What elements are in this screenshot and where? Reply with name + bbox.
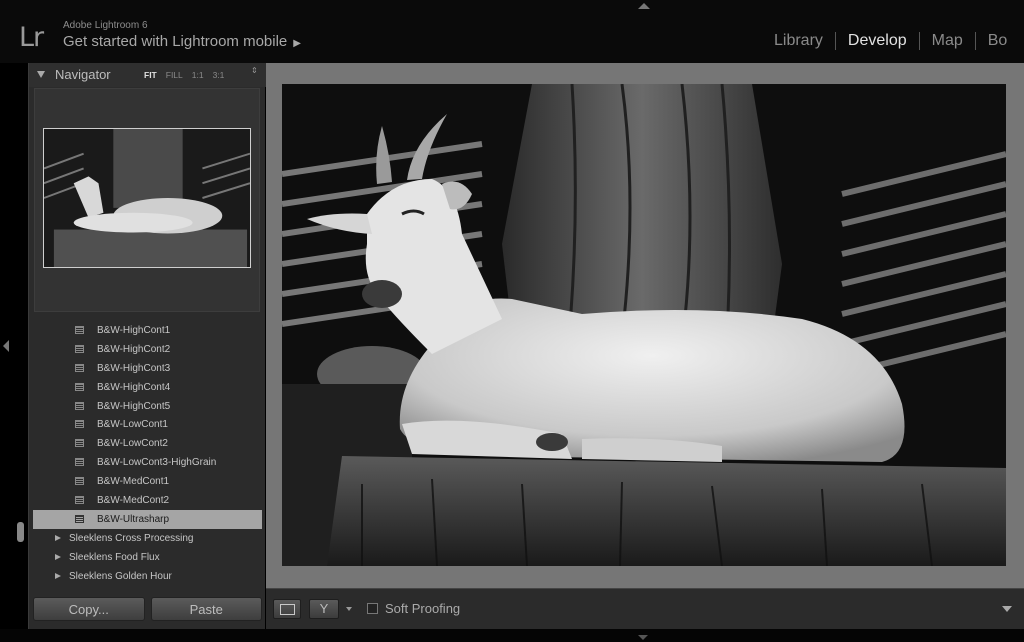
preset-item[interactable]: B&W-LowCont3-HighGrain bbox=[33, 453, 262, 472]
preset-label: B&W-LowCont1 bbox=[97, 419, 168, 431]
preset-label: B&W-LowCont3-HighGrain bbox=[97, 457, 217, 469]
preset-document-icon bbox=[75, 326, 84, 334]
navigator-thumbnail[interactable] bbox=[43, 128, 251, 268]
loupe-view-button[interactable] bbox=[273, 599, 301, 619]
copy-paste-buttons: Copy... Paste bbox=[33, 597, 262, 623]
preset-label: B&W-LowCont2 bbox=[97, 438, 168, 450]
preset-folder[interactable]: Sleeklens Golden Hour bbox=[33, 567, 262, 586]
navigator-header[interactable]: Navigator FIT FILL 1:1 3:1 ⇕ bbox=[29, 63, 266, 87]
soft-proofing-label: Soft Proofing bbox=[385, 601, 461, 616]
disclosure-triangle-icon[interactable] bbox=[55, 553, 61, 560]
preset-folder[interactable]: Sleeklens Food Flux bbox=[33, 548, 262, 567]
module-book[interactable]: Bo bbox=[988, 32, 1008, 50]
filmstrip-toggle-icon[interactable] bbox=[638, 635, 648, 640]
preset-item[interactable]: B&W-HighCont3 bbox=[33, 359, 262, 378]
main-image-area bbox=[266, 63, 1024, 588]
preset-document-icon bbox=[75, 514, 84, 523]
collapse-triangle-icon[interactable] bbox=[37, 71, 45, 78]
preset-item[interactable]: B&W-MedCont1 bbox=[33, 472, 262, 491]
left-panel: Navigator FIT FILL 1:1 3:1 ⇕ B&W-HighCon… bbox=[28, 63, 266, 629]
goat-thumbnail-image bbox=[44, 129, 250, 267]
preset-document-icon bbox=[75, 496, 84, 505]
copy-button[interactable]: Copy... bbox=[33, 597, 145, 621]
left-panel-scrollbar[interactable] bbox=[17, 522, 24, 542]
preset-item[interactable]: B&W-LowCont1 bbox=[33, 415, 262, 434]
left-panel-toggle-icon[interactable] bbox=[3, 340, 9, 352]
module-divider bbox=[974, 32, 976, 50]
app-name: Adobe Lightroom 6 bbox=[63, 20, 148, 31]
paste-button[interactable]: Paste bbox=[150, 597, 262, 621]
soft-proofing-checkbox[interactable] bbox=[367, 603, 378, 614]
navigator-title: Navigator bbox=[55, 67, 111, 82]
module-divider bbox=[834, 32, 836, 50]
navigator-preview[interactable] bbox=[34, 88, 260, 312]
preset-item[interactable]: B&W-LowCont2 bbox=[33, 434, 262, 453]
preset-label: B&W-HighCont4 bbox=[97, 381, 171, 393]
develop-toolbar: Y Soft Proofing bbox=[266, 588, 1024, 629]
before-after-dropdown-icon[interactable] bbox=[346, 607, 352, 611]
play-arrow-icon: ▶ bbox=[293, 38, 301, 49]
before-after-icon: Y bbox=[319, 601, 329, 616]
disclosure-triangle-icon[interactable] bbox=[55, 534, 61, 541]
preset-label: B&W-MedCont2 bbox=[97, 494, 170, 506]
top-panel-toggle-icon[interactable] bbox=[638, 3, 650, 9]
zoom-fit[interactable]: FIT bbox=[144, 70, 157, 80]
preset-document-icon bbox=[75, 458, 84, 467]
preset-label: B&W-HighCont3 bbox=[97, 362, 171, 374]
preset-label: B&W-Ultrasharp bbox=[97, 513, 170, 525]
presets-list: B&W-HighCont1 B&W-HighCont2 B&W-HighCont… bbox=[33, 321, 262, 585]
preset-item[interactable]: B&W-HighCont2 bbox=[33, 340, 262, 359]
preset-folder[interactable]: Sleeklens Cross Processing bbox=[33, 529, 262, 548]
preset-document-icon bbox=[75, 382, 84, 391]
top-bar: Lr Adobe Lightroom 6 Get started with Li… bbox=[0, 0, 1024, 63]
lightroom-mobile-link[interactable]: Get started with Lightroom mobile ▶ bbox=[63, 33, 301, 50]
preset-document-icon bbox=[75, 344, 84, 353]
zoom-fill[interactable]: FILL bbox=[166, 70, 183, 80]
preset-item[interactable]: B&W-HighCont5 bbox=[33, 397, 262, 416]
zoom-3-1[interactable]: 3:1 bbox=[213, 70, 225, 80]
module-library[interactable]: Library bbox=[774, 32, 823, 50]
preset-folder-label: Sleeklens Golden Hour bbox=[69, 570, 172, 582]
disclosure-triangle-icon[interactable] bbox=[55, 572, 61, 579]
zoom-1-1[interactable]: 1:1 bbox=[192, 70, 204, 80]
zoom-spinner-icon[interactable]: ⇕ bbox=[251, 67, 258, 75]
preset-label: B&W-HighCont5 bbox=[97, 400, 171, 412]
preset-document-icon bbox=[75, 439, 84, 448]
loupe-view-icon bbox=[280, 604, 295, 615]
preset-item[interactable]: B&W-HighCont1 bbox=[33, 321, 262, 340]
preset-item-selected[interactable]: B&W-Ultrasharp bbox=[33, 509, 262, 529]
preset-document-icon bbox=[75, 420, 84, 429]
preset-item[interactable]: B&W-MedCont2 bbox=[33, 491, 262, 510]
lightroom-mobile-link-label: Get started with Lightroom mobile bbox=[63, 33, 288, 50]
preset-label: B&W-HighCont2 bbox=[97, 343, 171, 355]
preset-document-icon bbox=[75, 401, 84, 410]
bottom-strip bbox=[0, 629, 1024, 642]
toolbar-menu-icon[interactable] bbox=[1002, 606, 1012, 612]
preset-label: B&W-HighCont1 bbox=[97, 324, 171, 336]
preset-document-icon bbox=[75, 363, 84, 372]
module-divider bbox=[918, 32, 920, 50]
goat-photo[interactable] bbox=[282, 84, 1006, 566]
lightroom-logo: Lr bbox=[19, 22, 44, 53]
preset-item[interactable]: B&W-HighCont4 bbox=[33, 378, 262, 397]
before-after-button[interactable]: Y bbox=[309, 599, 339, 619]
goat-photo-image bbox=[282, 84, 1006, 566]
preset-document-icon bbox=[75, 477, 84, 486]
module-map[interactable]: Map bbox=[932, 32, 963, 50]
preset-folder-label: Sleeklens Cross Processing bbox=[69, 532, 194, 544]
module-develop[interactable]: Develop bbox=[848, 32, 907, 50]
preset-label: B&W-MedCont1 bbox=[97, 476, 170, 488]
preset-folder-label: Sleeklens Food Flux bbox=[69, 551, 160, 563]
module-picker: Library Develop Map Bo bbox=[774, 32, 1007, 50]
zoom-options: FIT FILL 1:1 3:1 bbox=[144, 70, 224, 80]
